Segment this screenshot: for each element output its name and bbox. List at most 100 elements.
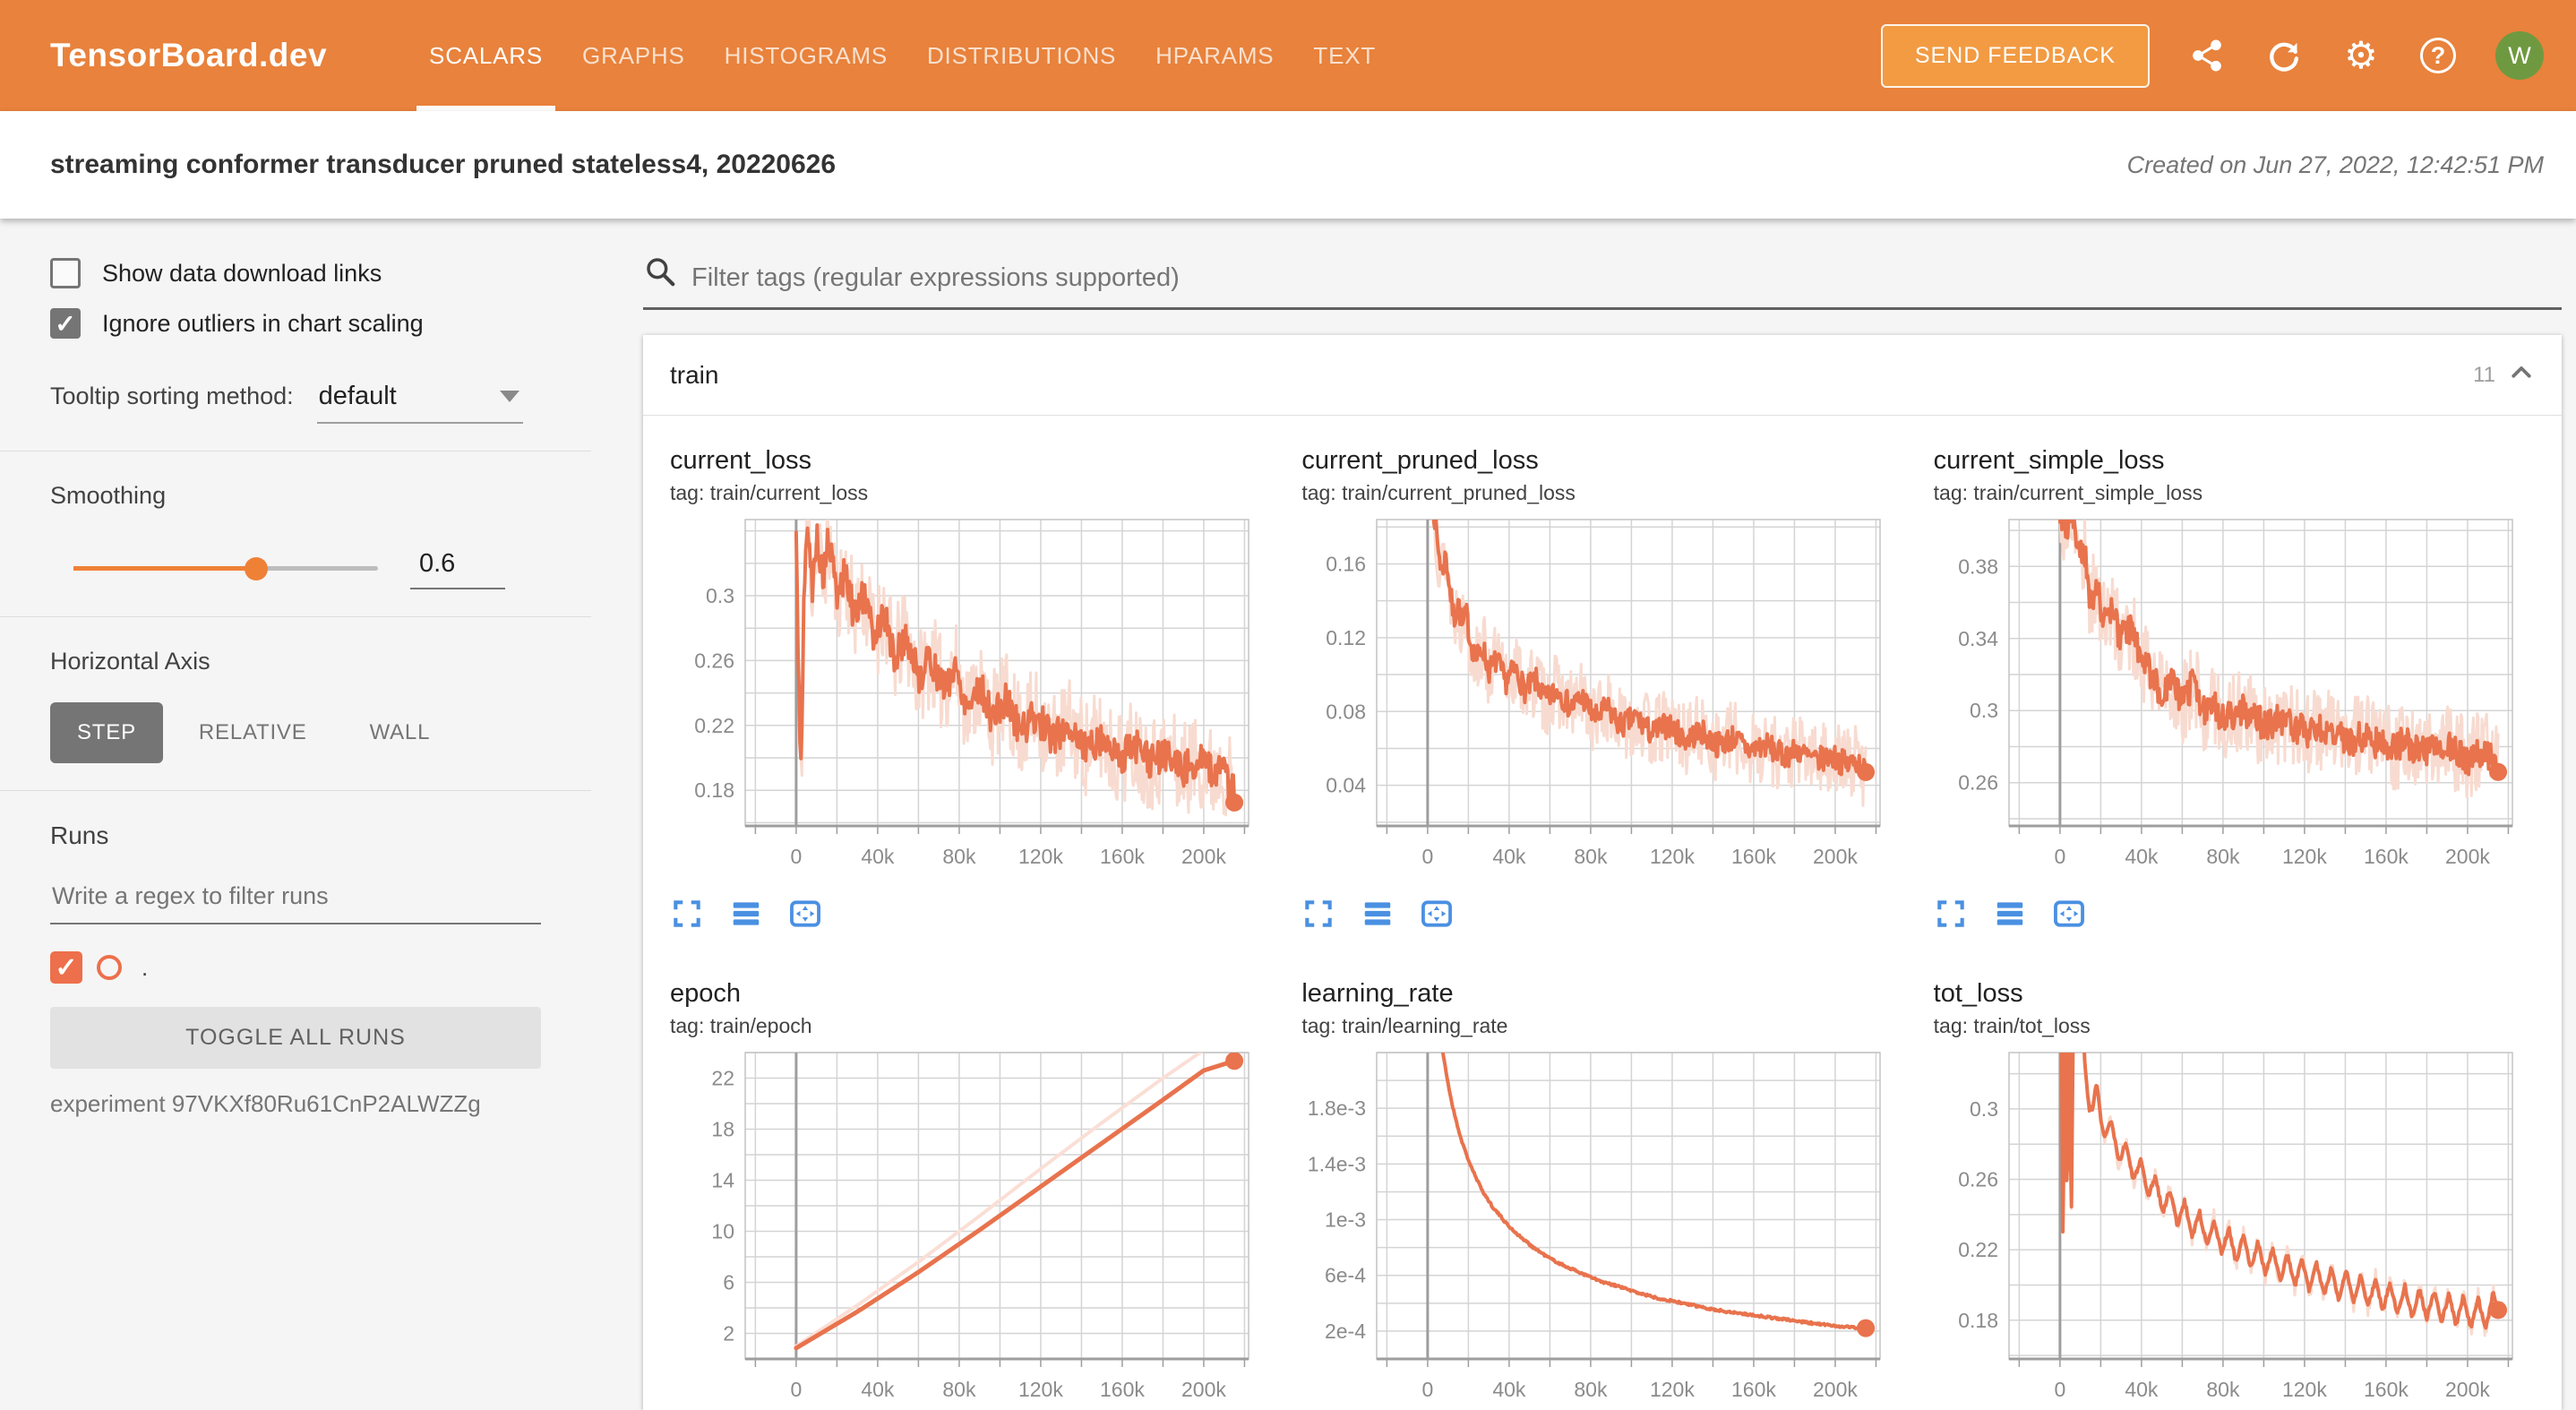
axis-step-button[interactable]: STEP <box>50 702 163 763</box>
svg-text:0.3: 0.3 <box>1970 699 1998 722</box>
svg-text:80k: 80k <box>942 1378 976 1401</box>
show-download-links-label: Show data download links <box>102 260 382 288</box>
chevron-down-icon <box>500 391 519 402</box>
help-icon[interactable]: ? <box>2418 36 2458 75</box>
svg-text:0.18: 0.18 <box>694 778 734 802</box>
refresh-icon[interactable] <box>2264 36 2304 75</box>
expand-chart-icon[interactable] <box>1301 897 1335 931</box>
svg-text:0.3: 0.3 <box>1970 1097 1998 1121</box>
svg-text:1.8e-3: 1.8e-3 <box>1308 1096 1366 1120</box>
expand-chart-icon[interactable] <box>1934 897 1968 931</box>
svg-text:0.26: 0.26 <box>1958 771 1998 795</box>
svg-text:0.22: 0.22 <box>1958 1238 1998 1261</box>
chart-tag: tag: train/epoch <box>670 1014 1276 1038</box>
svg-text:0.38: 0.38 <box>1958 555 1998 578</box>
runs-list-icon[interactable] <box>729 897 763 931</box>
train-section-card: train 11 current_loss tag: train/current… <box>643 335 2562 1410</box>
tab-scalars[interactable]: SCALARS <box>409 0 562 111</box>
divider <box>0 616 591 617</box>
smoothing-slider[interactable] <box>73 566 378 571</box>
chevron-up-icon[interactable] <box>2508 359 2535 391</box>
runs-label: Runs <box>50 821 541 850</box>
share-icon[interactable] <box>2187 36 2227 75</box>
svg-text:0: 0 <box>790 845 802 868</box>
svg-text:18: 18 <box>711 1118 734 1141</box>
show-download-links-row[interactable]: Show data download links <box>50 258 541 288</box>
svg-text:200k: 200k <box>1181 845 1226 868</box>
chart-tag: tag: train/current_pruned_loss <box>1301 481 1908 505</box>
svg-text:22: 22 <box>711 1067 734 1090</box>
app-header: TensorBoard.dev SCALARS GRAPHS HISTOGRAM… <box>0 0 2576 111</box>
axis-wall-button[interactable]: WALL <box>343 702 458 763</box>
fit-domain-icon[interactable] <box>1420 897 1454 931</box>
filter-tags-input[interactable] <box>691 263 2562 293</box>
settings-gear-icon[interactable]: ⚙ <box>2341 36 2381 75</box>
chart-cell: current_pruned_loss tag: train/current_p… <box>1289 446 1920 931</box>
chart-tag: tag: train/current_simple_loss <box>1934 481 2540 505</box>
chart-title: current_loss <box>670 446 1276 476</box>
svg-text:40k: 40k <box>861 845 895 868</box>
svg-text:200k: 200k <box>2445 1378 2490 1401</box>
chart-plot[interactable]: 040k80k120k160k200k0.260.30.340.38 <box>1934 512 2540 893</box>
svg-text:2e-4: 2e-4 <box>1325 1320 1366 1343</box>
chart-plot[interactable]: 040k80k120k160k200k0.180.220.260.3 <box>1934 1045 2540 1410</box>
axis-relative-button[interactable]: RELATIVE <box>172 702 334 763</box>
chart-plot[interactable]: 040k80k120k160k200k2610141822 <box>670 1045 1276 1410</box>
svg-text:120k: 120k <box>1650 1378 1695 1401</box>
chart-plot[interactable]: 040k80k120k160k200k2e-46e-41e-31.4e-31.8… <box>1301 1045 1908 1410</box>
svg-text:0: 0 <box>790 1378 802 1401</box>
send-feedback-button[interactable]: SEND FEEDBACK <box>1881 24 2150 88</box>
svg-text:160k: 160k <box>1100 1378 1145 1401</box>
horizontal-axis-label: Horizontal Axis <box>50 648 541 675</box>
tooltip-sorting-select[interactable]: default <box>317 378 523 424</box>
created-timestamp: Created on Jun 27, 2022, 12:42:51 PM <box>2127 151 2544 179</box>
svg-text:0.34: 0.34 <box>1958 627 1998 650</box>
train-section-header[interactable]: train 11 <box>643 335 2562 416</box>
run-checkbox[interactable]: ✓ <box>50 951 82 984</box>
tooltip-sorting-value: default <box>319 382 397 410</box>
svg-text:80k: 80k <box>2206 845 2240 868</box>
svg-text:120k: 120k <box>1018 845 1063 868</box>
fit-domain-icon[interactable] <box>2052 897 2086 931</box>
tab-distributions[interactable]: DISTRIBUTIONS <box>907 0 1136 111</box>
runs-list-icon[interactable] <box>1993 897 2027 931</box>
runs-regex-input[interactable] <box>50 875 541 924</box>
nav-tabs: SCALARS GRAPHS HISTOGRAMS DISTRIBUTIONS … <box>409 0 1395 111</box>
runs-list-icon[interactable] <box>1361 897 1395 931</box>
chart-plot[interactable]: 040k80k120k160k200k0.180.220.260.3 <box>670 512 1276 893</box>
svg-text:6e-4: 6e-4 <box>1325 1264 1366 1287</box>
divider <box>0 790 591 791</box>
tab-histograms[interactable]: HISTOGRAMS <box>705 0 907 111</box>
filter-tags-bar <box>643 254 2562 310</box>
svg-text:120k: 120k <box>2282 1378 2327 1401</box>
run-color-swatch[interactable] <box>97 955 122 980</box>
expand-chart-icon[interactable] <box>670 897 704 931</box>
show-download-links-checkbox[interactable] <box>50 258 81 288</box>
svg-text:40k: 40k <box>861 1378 895 1401</box>
chart-plot[interactable]: 040k80k120k160k200k0.040.080.120.16 <box>1301 512 1908 893</box>
search-icon <box>643 254 677 293</box>
tab-text[interactable]: TEXT <box>1293 0 1395 111</box>
chart-tag: tag: train/tot_loss <box>1934 1014 2540 1038</box>
svg-text:160k: 160k <box>1731 1378 1776 1401</box>
svg-text:0: 0 <box>2054 1378 2065 1401</box>
svg-text:0.26: 0.26 <box>694 649 734 672</box>
svg-text:160k: 160k <box>2364 1378 2409 1401</box>
avatar[interactable]: W <box>2495 31 2544 80</box>
tooltip-sorting-label: Tooltip sorting method: <box>50 383 294 410</box>
chart-grid: current_loss tag: train/current_loss 040… <box>643 416 2562 1410</box>
toggle-all-runs-button[interactable]: TOGGLE ALL RUNS <box>50 1007 541 1069</box>
smoothing-value[interactable]: 0.6 <box>410 547 505 589</box>
svg-text:40k: 40k <box>2125 845 2159 868</box>
svg-text:0.08: 0.08 <box>1327 700 1367 723</box>
tab-graphs[interactable]: GRAPHS <box>562 0 705 111</box>
svg-text:14: 14 <box>711 1169 734 1192</box>
chart-title: current_pruned_loss <box>1301 446 1908 476</box>
ignore-outliers-checkbox[interactable]: ✓ <box>50 308 81 339</box>
smoothing-slider-knob[interactable] <box>245 557 268 580</box>
ignore-outliers-row[interactable]: ✓ Ignore outliers in chart scaling <box>50 308 541 339</box>
svg-text:160k: 160k <box>2364 845 2409 868</box>
fit-domain-icon[interactable] <box>788 897 822 931</box>
tab-hparams[interactable]: HPARAMS <box>1136 0 1293 111</box>
chart-tag: tag: train/current_loss <box>670 481 1276 505</box>
